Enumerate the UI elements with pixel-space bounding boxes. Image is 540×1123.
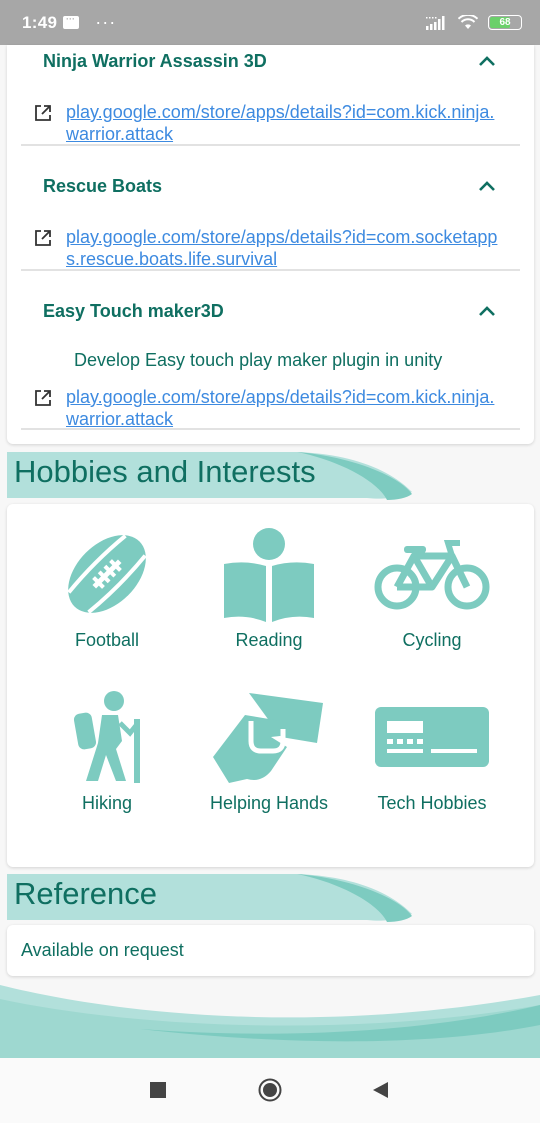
project-description: Develop Easy touch play maker plugin in … [74, 350, 443, 370]
external-link-icon [35, 390, 51, 406]
navigation-bar [0, 1058, 540, 1123]
project-link-row-1[interactable]: play.google.com/store/apps/details?id=co… [34, 101, 506, 145]
football-icon [67, 534, 147, 614]
keyboard-icon [375, 707, 489, 767]
divider [21, 428, 520, 430]
section-title: Reference [14, 876, 158, 911]
external-link-icon [35, 105, 51, 121]
hobbies-section-header: Hobbies and Interests [7, 452, 534, 500]
project-title: Rescue Boats [43, 175, 163, 196]
hobby-label: Cycling [402, 630, 462, 650]
battery-icon: 68 [488, 15, 522, 30]
projects-card: Ninja Warrior Assassin 3D play.google.co… [7, 45, 534, 444]
home-circle-icon [258, 1078, 282, 1102]
recent-apps-button[interactable] [146, 1078, 170, 1102]
bicycle-icon [374, 540, 490, 610]
back-button[interactable] [368, 1078, 392, 1102]
project-link[interactable]: play.google.com/store/apps/details?id=co… [66, 226, 506, 270]
project-link[interactable]: play.google.com/store/apps/details?id=co… [66, 101, 506, 145]
hobby-label: Helping Hands [209, 793, 329, 813]
project-link[interactable]: play.google.com/store/apps/details?id=co… [66, 386, 506, 430]
project-link-row-2[interactable]: play.google.com/store/apps/details?id=co… [34, 226, 506, 270]
message-icon [63, 11, 80, 29]
footer-wave-decoration [0, 985, 540, 1058]
hiking-icon [73, 691, 140, 783]
wifi-icon [458, 15, 478, 29]
status-time: 1:49 [22, 12, 58, 32]
project-link-row-3[interactable]: play.google.com/store/apps/details?id=co… [34, 386, 506, 430]
more-notifications-icon: ··· [95, 12, 117, 32]
battery-level: 68 [499, 17, 511, 28]
divider [21, 144, 520, 146]
hobby-football: Football [27, 524, 187, 651]
signal-icon [426, 15, 445, 30]
hobby-label: Football [74, 630, 140, 650]
hobby-label: Tech Hobbies [377, 793, 487, 813]
hobby-label: Reading [235, 630, 303, 650]
hobby-hiking: Hiking [27, 687, 187, 814]
project-header-1[interactable]: Ninja Warrior Assassin 3D [43, 50, 498, 72]
project-header-3[interactable]: Easy Touch maker3D [43, 300, 498, 322]
section-title: Hobbies and Interests [14, 454, 316, 489]
project-title: Ninja Warrior Assassin 3D [43, 50, 267, 71]
hobbies-card: Football Reading Cycling Hiking Helping … [7, 504, 534, 867]
hobby-cycling: Cycling [352, 524, 512, 651]
reference-section-header: Reference [7, 874, 534, 922]
project-header-2[interactable]: Rescue Boats [43, 175, 498, 197]
status-bar: 1:49 ··· 68 [0, 0, 540, 45]
hobby-helping-hands: Helping Hands [189, 687, 349, 814]
chevron-up-icon[interactable] [476, 300, 498, 322]
chevron-up-icon[interactable] [476, 175, 498, 197]
reference-card: Available on request [7, 925, 534, 976]
external-link-icon [35, 230, 51, 246]
hobby-label: Hiking [81, 793, 133, 813]
reference-text: Available on request [21, 940, 184, 960]
project-title: Easy Touch maker3D [43, 300, 224, 321]
divider [21, 269, 520, 271]
home-button[interactable] [258, 1078, 282, 1102]
hobby-reading: Reading [189, 524, 349, 651]
handshake-icon [213, 693, 323, 783]
square-icon [150, 1082, 166, 1098]
reading-icon [224, 528, 314, 622]
chevron-up-icon[interactable] [476, 50, 498, 72]
back-triangle-icon [373, 1082, 388, 1098]
hobby-tech: Tech Hobbies [352, 687, 512, 814]
